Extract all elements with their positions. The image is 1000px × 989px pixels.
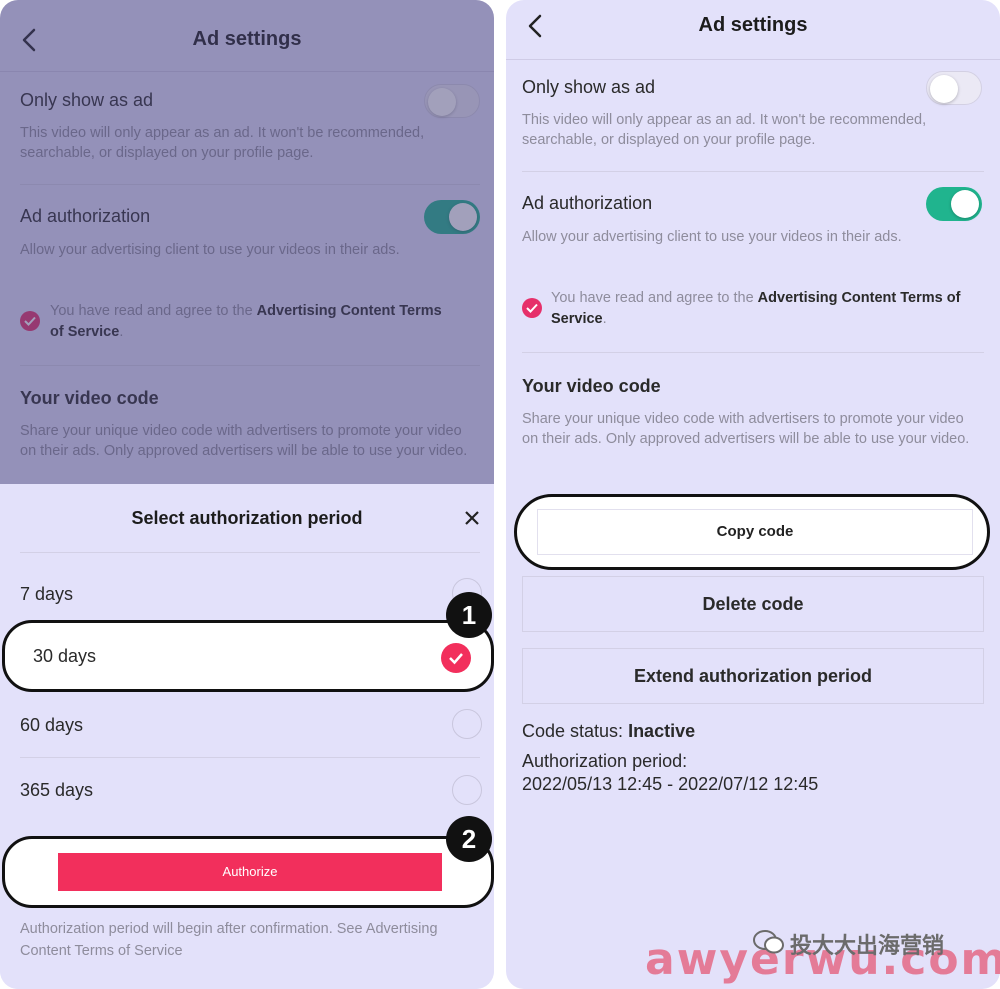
divider <box>522 171 984 172</box>
check-icon <box>526 303 538 313</box>
only-show-as-ad-toggle[interactable] <box>926 71 982 105</box>
code-status-value: Inactive <box>628 721 696 741</box>
video-code-title: Your video code <box>522 376 661 396</box>
wechat-icon <box>753 930 784 954</box>
radio-30-days-selected[interactable] <box>441 643 471 673</box>
left-screen: Ad settings Only show as ad This video w… <box>0 0 494 989</box>
page-title: Ad settings <box>698 14 808 36</box>
video-code-description: Share your unique video code with advert… <box>522 411 970 447</box>
close-icon[interactable] <box>462 508 482 528</box>
radio-60-days[interactable] <box>452 709 482 739</box>
terms-checkbox[interactable] <box>522 298 542 318</box>
option-7-days[interactable]: 7 days <box>20 584 73 605</box>
authorization-period-label: Authorization period: <box>522 751 688 771</box>
option-60-days[interactable]: 60 days <box>20 715 83 736</box>
terms-agreement-text: You have read and agree to the Advertisi… <box>551 290 961 327</box>
divider <box>20 757 480 758</box>
authorization-period-sheet: Select authorization period 7 days 30 da… <box>0 484 494 989</box>
delete-code-button[interactable]: Delete code <box>522 576 984 632</box>
watermark-text: 投大大出海营销 <box>790 933 945 958</box>
only-show-as-ad-description: This video will only appear as an ad. It… <box>522 112 927 148</box>
check-icon <box>449 653 463 665</box>
option-365-days[interactable]: 365 days <box>20 780 93 801</box>
copy-code-highlight: Copy code <box>514 494 990 570</box>
divider <box>20 552 480 553</box>
modal-backdrop[interactable] <box>0 0 494 484</box>
only-show-as-ad-title: Only show as ad <box>522 77 656 97</box>
copy-code-button[interactable]: Copy code <box>537 509 973 555</box>
authorization-footnote: Authorization period will begin after co… <box>20 921 438 959</box>
step-2-badge: 2 <box>446 816 492 862</box>
right-screen: Ad settings Only show as ad This video w… <box>506 0 1000 989</box>
divider <box>522 352 984 353</box>
top-nav-bar: Ad settings <box>506 0 1000 60</box>
ad-authorization-title: Ad authorization <box>522 193 653 213</box>
option-30-days[interactable]: 30 days <box>33 646 96 667</box>
authorize-button[interactable]: Authorize <box>58 853 442 891</box>
step-1-badge: 1 <box>446 592 492 638</box>
authorization-period-value: 2022/05/13 12:45 - 2022/07/12 12:45 <box>522 774 819 794</box>
extend-authorization-button[interactable]: Extend authorization period <box>522 648 984 704</box>
ad-authorization-toggle[interactable] <box>926 187 982 221</box>
sheet-title: Select authorization period <box>131 508 363 528</box>
radio-365-days[interactable] <box>452 775 482 805</box>
option-30-days-highlight[interactable]: 30 days <box>2 620 494 692</box>
ad-authorization-description: Allow your advertising client to use you… <box>522 229 902 245</box>
code-status: Code status: Inactive <box>522 721 696 741</box>
